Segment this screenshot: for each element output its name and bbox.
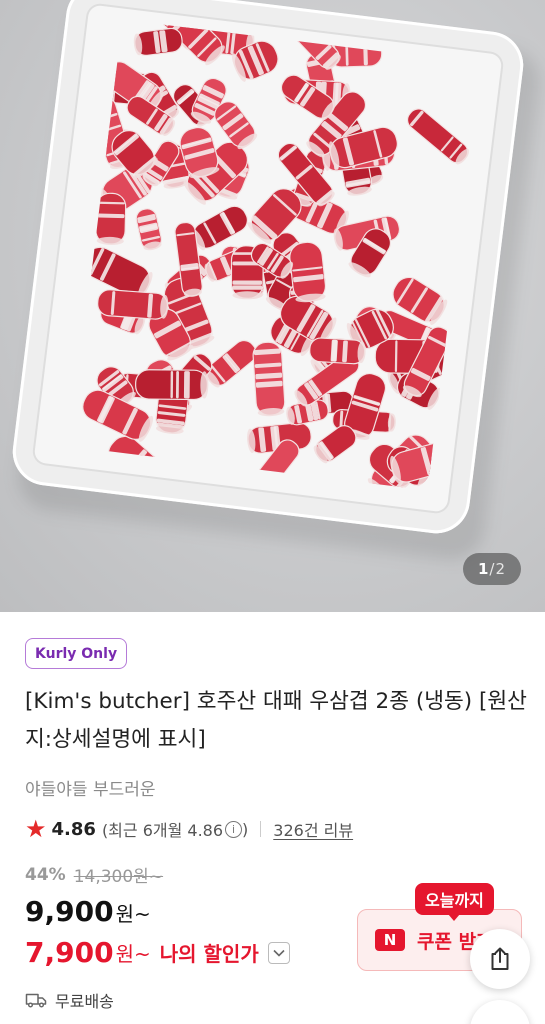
- shipping-label: 무료배송: [55, 992, 114, 1011]
- image-counter: 1 / 2: [463, 553, 521, 585]
- product-photo: [82, 19, 470, 491]
- floating-button[interactable]: [470, 1000, 530, 1024]
- star-icon: ★: [25, 815, 47, 843]
- sale-price: 9,900: [25, 895, 114, 928]
- rating-row: ★ 4.86 (최근 6개월 4.86 i ) 326건 리뷰: [25, 816, 353, 842]
- member-price-unit: 원~: [115, 942, 151, 966]
- rating-score: 4.86: [51, 818, 96, 840]
- share-button[interactable]: [470, 929, 530, 989]
- member-price-label: 나의 할인가: [159, 942, 259, 966]
- review-count-link[interactable]: 326건 리뷰: [273, 817, 353, 841]
- shipping-row: 무료배송: [25, 988, 114, 1012]
- truck-icon: [25, 993, 47, 1008]
- share-icon: [491, 947, 509, 970]
- image-counter-current: 1: [477, 560, 490, 578]
- discount-rate: 44%: [25, 864, 66, 885]
- price-row: 9,900 원~: [25, 895, 151, 928]
- recent-rating-close: ): [242, 819, 249, 839]
- discount-row: 44% 14,300원~: [25, 862, 164, 888]
- info-icon[interactable]: i: [225, 820, 243, 838]
- product-image-gallery[interactable]: 1 / 2: [0, 0, 545, 612]
- recent-rating-label: (최근 6개월 4.86: [101, 821, 224, 840]
- original-price: 14,300원~: [73, 867, 164, 887]
- kurly-only-badge: Kurly Only: [25, 638, 128, 669]
- member-price-row[interactable]: 7,900 원~ 나의 할인가: [25, 936, 290, 969]
- product-title: [Kim's butcher] 호주산 대패 우삼겹 2종 (냉동) [원산지:…: [25, 689, 527, 752]
- npay-logo-icon: N: [375, 929, 405, 951]
- product-subtitle: 야들야들 부드러운: [25, 780, 156, 800]
- chevron-down-icon[interactable]: [267, 941, 290, 964]
- coupon-deadline-tooltip: 오늘까지: [415, 883, 494, 921]
- divider: [260, 821, 262, 837]
- sale-price-unit: 원~: [115, 902, 151, 926]
- recent-rating: (최근 6개월 4.86 i ): [102, 817, 248, 841]
- member-price: 7,900: [25, 936, 114, 969]
- image-counter-total: 2: [495, 560, 507, 578]
